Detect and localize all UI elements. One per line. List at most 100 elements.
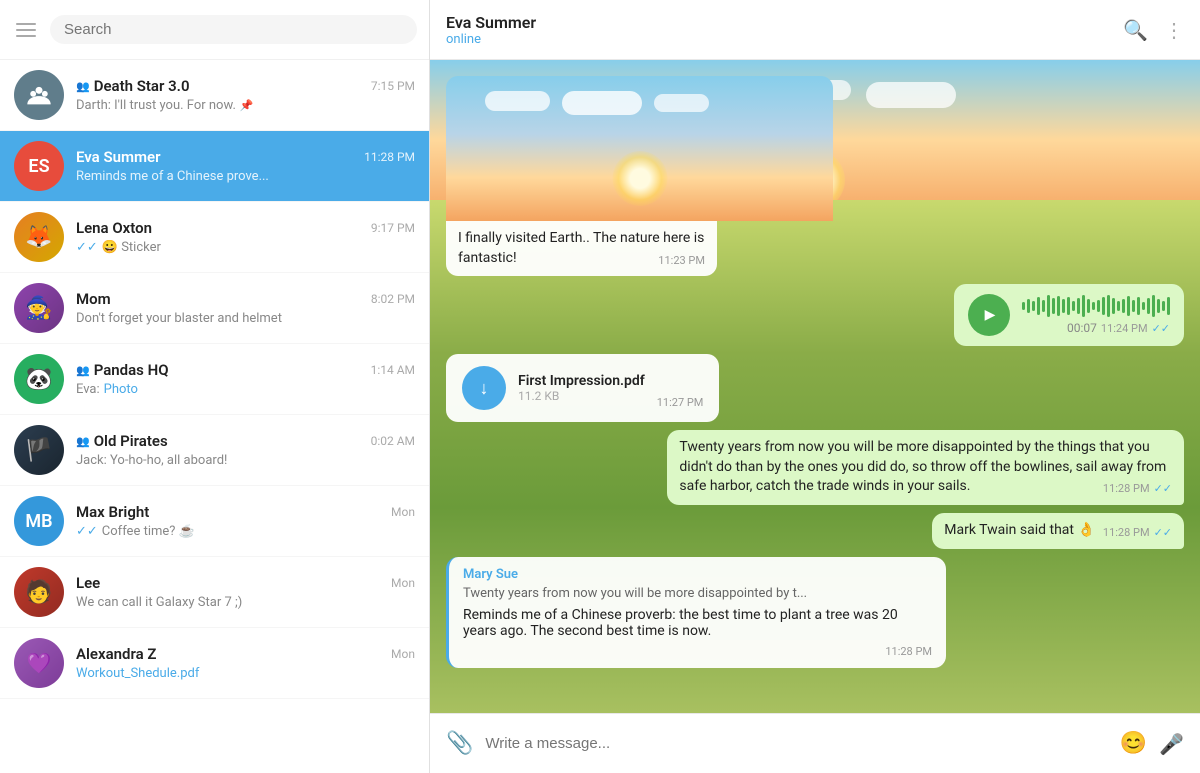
chat-item-max-bright[interactable]: MB Max Bright Mon ✓✓ Coffee time? ☕ [0, 486, 429, 557]
input-bar: 📎 😊 🎤 [430, 713, 1200, 773]
double-check-max: ✓✓ [76, 524, 98, 539]
message-image [446, 76, 833, 221]
chat-preview-mom: Don't forget your blaster and helmet [76, 311, 415, 326]
download-button[interactable] [462, 366, 506, 410]
chat-info-max-bright: Max Bright Mon ✓✓ Coffee time? ☕ [76, 503, 415, 539]
chat-header-death-star: 👥 Death Star 3.0 7:15 PM [76, 77, 415, 95]
message-input[interactable] [485, 735, 1107, 752]
avatar-mom: 🧙 [14, 283, 64, 333]
right-panel: Eva Summer online 🔍 ⋮ [430, 0, 1200, 773]
message-3: First Impression.pdf 11.2 KB 11:27 PM [446, 354, 1184, 422]
chat-info-alexandra-z: Alexandra Z Mon Workout_Shedule.pdf [76, 645, 415, 681]
chat-item-death-star[interactable]: 👥 Death Star 3.0 7:15 PM Darth: I'll tru… [0, 60, 429, 131]
chat-time-lee: Mon [391, 576, 415, 590]
chat-name-pandas-hq: 👥 Pandas HQ [76, 361, 169, 379]
voice-waveform [1022, 295, 1170, 317]
chat-preview-old-pirates: Jack: Yo-ho-ho, all aboard! [76, 453, 415, 468]
more-options-button[interactable]: ⋮ [1164, 18, 1184, 42]
group-icon: 👥 [76, 80, 90, 93]
message-2: 00:07 11:24 PM ✓✓ [446, 284, 1184, 346]
chat-name-death-star: 👥 Death Star 3.0 [76, 77, 190, 95]
chat-header-mom: Mom 8:02 PM [76, 290, 415, 308]
left-panel: 👥 Death Star 3.0 7:15 PM Darth: I'll tru… [0, 0, 430, 773]
chat-time-death-star: 7:15 PM [371, 79, 415, 93]
chat-item-mom[interactable]: 🧙 Mom 8:02 PM Don't forget your blaster … [0, 273, 429, 344]
emoji-button[interactable]: 😊 [1120, 731, 1147, 756]
play-button[interactable] [968, 294, 1010, 336]
message-6: Mary Sue Twenty years from now you will … [446, 557, 1184, 668]
chat-name-alexandra-z: Alexandra Z [76, 645, 156, 663]
reply-message: Mary Sue Twenty years from now you will … [446, 557, 946, 668]
chat-header-lee: Lee Mon [76, 574, 415, 592]
chat-info-old-pirates: 👥 Old Pirates 0:02 AM Jack: Yo-ho-ho, al… [76, 432, 415, 468]
file-message: First Impression.pdf 11.2 KB 11:27 PM [446, 354, 719, 422]
chat-info-pandas-hq: 👥 Pandas HQ 1:14 AM Eva: Photo [76, 361, 415, 397]
chat-preview-lee: We can call it Galaxy Star 7 ;) [76, 595, 415, 610]
chat-info-death-star: 👥 Death Star 3.0 7:15 PM Darth: I'll tru… [76, 77, 415, 113]
pin-icon: 📌 [240, 99, 254, 112]
chat-info-eva-summer: Eva Summer 11:28 PM Reminds me of a Chin… [76, 148, 415, 184]
chat-time-mom: 8:02 PM [371, 292, 415, 306]
search-button[interactable]: 🔍 [1123, 18, 1148, 42]
chat-header-old-pirates: 👥 Old Pirates 0:02 AM [76, 432, 415, 450]
chat-item-pandas-hq[interactable]: 🐼 👥 Pandas HQ 1:14 AM Eva: Photo [0, 344, 429, 415]
active-chat-status: online [446, 32, 1123, 47]
active-chat-name: Eva Summer [446, 13, 1123, 32]
chat-header-eva-summer: Eva Summer 11:28 PM [76, 148, 415, 166]
avatar-old-pirates: 🏴 [14, 425, 64, 475]
chat-info-mom: Mom 8:02 PM Don't forget your blaster an… [76, 290, 415, 326]
chat-item-alexandra-z[interactable]: 💜 Alexandra Z Mon Workout_Shedule.pdf [0, 628, 429, 699]
chat-name-max-bright: Max Bright [76, 503, 149, 521]
voice-message: 00:07 11:24 PM ✓✓ [954, 284, 1184, 346]
avatar-lee: 🧑 [14, 567, 64, 617]
double-check-icon: ✓✓ [76, 240, 98, 255]
chat-info-lena-oxton: Lena Oxton 9:17 PM ✓✓ 😀 Sticker [76, 219, 415, 255]
avatar-alexandra-z: 💜 [14, 638, 64, 688]
chat-preview-alexandra-z: Workout_Shedule.pdf [76, 666, 415, 681]
chat-name-lee: Lee [76, 574, 100, 592]
chat-time-lena-oxton: 9:17 PM [371, 221, 415, 235]
chat-list: 👥 Death Star 3.0 7:15 PM Darth: I'll tru… [0, 60, 429, 773]
avatar-max-bright: MB [14, 496, 64, 546]
chat-header-bar: Eva Summer online 🔍 ⋮ [430, 0, 1200, 60]
message-bubble-5: Mark Twain said that 👌 11:28 PM ✓✓ [932, 513, 1184, 549]
chat-item-lee[interactable]: 🧑 Lee Mon We can call it Galaxy Star 7 ;… [0, 557, 429, 628]
chat-header-info: Eva Summer online [446, 13, 1123, 47]
search-input[interactable] [64, 21, 403, 38]
avatar-death-star [14, 70, 64, 120]
header-actions: 🔍 ⋮ [1123, 18, 1184, 42]
chat-item-lena-oxton[interactable]: 🦊 Lena Oxton 9:17 PM ✓✓ 😀 Sticker [0, 202, 429, 273]
chat-time-pandas-hq: 1:14 AM [371, 363, 415, 377]
message-1: I finally visited Earth.. The nature her… [446, 76, 1184, 276]
menu-button[interactable] [12, 19, 40, 41]
search-bar [0, 0, 429, 60]
avatar-pandas-hq: 🐼 [14, 354, 64, 404]
chat-item-eva-summer[interactable]: ES Eva Summer 11:28 PM Reminds me of a C… [0, 131, 429, 202]
message-text-1: I finally visited Earth.. The nature her… [446, 221, 717, 276]
messages-content: I finally visited Earth.. The nature her… [446, 76, 1184, 668]
chat-header-max-bright: Max Bright Mon [76, 503, 415, 521]
chat-time-alexandra-z: Mon [391, 647, 415, 661]
chat-header-pandas-hq: 👥 Pandas HQ 1:14 AM [76, 361, 415, 379]
message-bubble-4: Twenty years from now you will be more d… [667, 430, 1184, 505]
chat-name-eva-summer: Eva Summer [76, 148, 161, 166]
chat-preview-eva-summer: Reminds me of a Chinese prove... [76, 169, 415, 184]
chat-item-old-pirates[interactable]: 🏴 👥 Old Pirates 0:02 AM Jack: Yo-ho-ho, … [0, 415, 429, 486]
chat-preview-death-star: Darth: I'll trust you. For now. 📌 [76, 98, 415, 113]
avatar-lena-oxton: 🦊 [14, 212, 64, 262]
chat-time-eva-summer: 11:28 PM [364, 150, 415, 164]
avatar-eva-summer: ES [14, 141, 64, 191]
chat-name-mom: Mom [76, 290, 111, 308]
chat-time-max-bright: Mon [391, 505, 415, 519]
message-5: Mark Twain said that 👌 11:28 PM ✓✓ [446, 513, 1184, 549]
search-input-wrap[interactable] [50, 15, 417, 44]
attach-button[interactable]: 📎 [446, 731, 473, 756]
chat-preview-lena-oxton: ✓✓ 😀 Sticker [76, 240, 415, 255]
group-icon-pandas: 👥 [76, 364, 90, 377]
chat-name-old-pirates: 👥 Old Pirates [76, 432, 168, 450]
mic-button[interactable]: 🎤 [1159, 732, 1184, 756]
chat-header-lena-oxton: Lena Oxton 9:17 PM [76, 219, 415, 237]
message-4: Twenty years from now you will be more d… [446, 430, 1184, 505]
chat-info-lee: Lee Mon We can call it Galaxy Star 7 ;) [76, 574, 415, 610]
chat-preview-pandas-hq: Eva: Photo [76, 382, 415, 397]
